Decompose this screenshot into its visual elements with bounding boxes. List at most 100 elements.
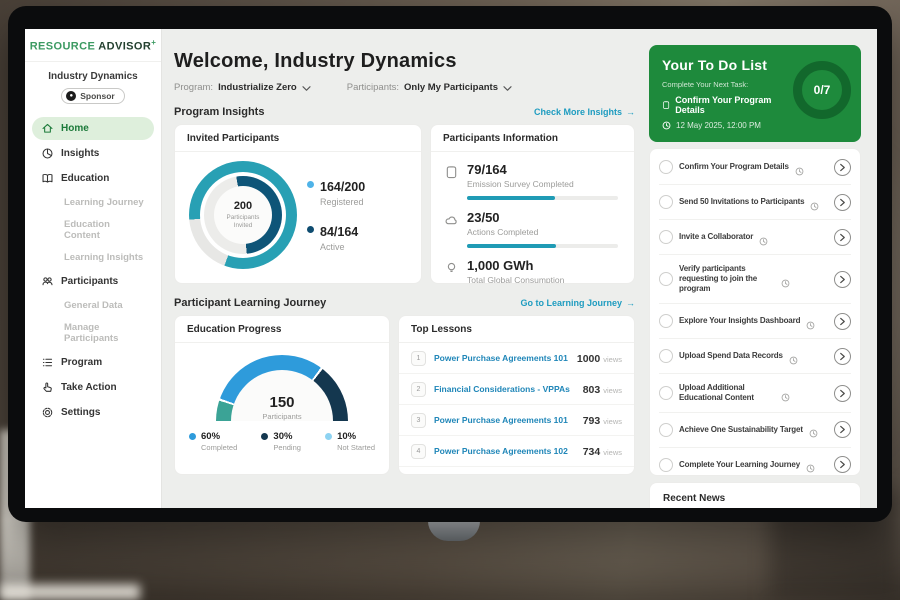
task-row[interactable]: Complete Your Learning Journey: [659, 448, 851, 483]
card-title: Education Progress: [175, 316, 389, 343]
task-open-button[interactable]: [834, 385, 851, 402]
task-row[interactable]: Confirm Your Program Details: [659, 150, 851, 185]
legend-value: 60%: [201, 431, 237, 442]
lesson-link[interactable]: Financial Considerations - VPPAs: [434, 384, 575, 394]
go-to-learning-journey-link[interactable]: Go to Learning Journey →: [520, 298, 635, 308]
chevron-down-icon: [503, 84, 512, 91]
todo-due: 12 May 2025, 12:00 PM: [662, 121, 848, 130]
task-checkbox[interactable]: [659, 272, 673, 286]
task-row[interactable]: Achieve One Sustainability Target: [659, 413, 851, 448]
task-open-button[interactable]: [834, 456, 851, 473]
task-checkbox[interactable]: [659, 230, 673, 244]
invited-participants-card: Invited Participants 200 Participants In…: [174, 124, 422, 284]
task-open-button[interactable]: [834, 271, 851, 288]
card-title: Top Lessons: [399, 316, 634, 343]
sidebar-item-take-action[interactable]: Take Action: [32, 376, 154, 399]
lesson-views: 803views: [583, 380, 622, 398]
lesson-rank: 2: [411, 382, 426, 397]
task-row[interactable]: Upload Additional Educational Content: [659, 374, 851, 413]
next-task-label: Confirm Your Program Details: [675, 95, 792, 115]
clock-icon: [789, 352, 798, 361]
task-open-button[interactable]: [834, 313, 851, 330]
task-row[interactable]: Explore Your Insights Dashboard: [659, 304, 851, 339]
task-label: Invite a Collaborator: [679, 232, 753, 242]
learning-journey-header: Participant Learning Journey Go to Learn…: [174, 297, 635, 309]
task-label: Verify participants requesting to join t…: [679, 264, 775, 295]
program-filter[interactable]: Program: Industrialize Zero: [174, 82, 311, 93]
task-checkbox[interactable]: [659, 386, 673, 400]
task-label: Send 50 Invitations to Participants: [679, 197, 804, 207]
sidebar-item-education[interactable]: Education: [32, 167, 154, 190]
todo-list-card: Confirm Your Program Details Send 50 Inv…: [649, 148, 861, 476]
task-open-button[interactable]: [834, 159, 851, 176]
sidebar-item-home[interactable]: Home: [32, 117, 154, 140]
sidebar-item-manage-participants[interactable]: Manage Participants: [32, 317, 154, 349]
action-hand-icon: [41, 381, 54, 394]
legend-value: 164/200: [320, 180, 365, 194]
sidebar-item-general-data[interactable]: General Data: [32, 295, 154, 316]
task-row[interactable]: Verify participants requesting to join t…: [659, 255, 851, 304]
lesson-rank: 1: [411, 351, 426, 366]
link-label: Go to Learning Journey: [520, 298, 622, 308]
invited-donut-chart: 200 Participants Invited: [189, 161, 297, 269]
task-checkbox[interactable]: [659, 458, 673, 472]
task-label: Explore Your Insights Dashboard: [679, 316, 800, 326]
sidebar: RESOURCE ADVISOR+ Industry Dynamics ● Sp…: [25, 29, 162, 508]
task-row[interactable]: Upload Spend Data Records: [659, 339, 851, 374]
sidebar-item-insights[interactable]: Insights: [32, 142, 154, 165]
lesson-views: 1000views: [577, 349, 622, 367]
section-title: Program Insights: [174, 106, 264, 118]
sponsor-badge[interactable]: ● Sponsor: [61, 88, 124, 104]
views-suffix: views: [603, 448, 622, 457]
task-open-button[interactable]: [834, 348, 851, 365]
task-row[interactable]: Invite a Collaborator: [659, 220, 851, 255]
lesson-rank: 3: [411, 413, 426, 428]
survey-icon: [445, 165, 458, 179]
check-more-insights-link[interactable]: Check More Insights →: [534, 107, 635, 117]
clock-icon: [809, 425, 818, 434]
arrow-right-icon: →: [626, 107, 635, 117]
metric-label: Emission Survey Completed: [467, 179, 574, 189]
clock-icon: [781, 389, 790, 398]
sidebar-nav: Home Insights Education Learning Journey…: [25, 113, 161, 428]
sidebar-item-label: Program: [61, 357, 102, 368]
sidebar-item-program[interactable]: Program: [32, 351, 154, 374]
task-checkbox[interactable]: [659, 314, 673, 328]
lesson-rank: 4: [411, 444, 426, 459]
donut-center-label: Participants Invited: [223, 214, 263, 230]
task-open-button[interactable]: [834, 421, 851, 438]
book-icon: [41, 172, 54, 185]
task-open-button[interactable]: [834, 194, 851, 211]
task-checkbox[interactable]: [659, 423, 673, 437]
sidebar-item-label: Home: [61, 123, 89, 134]
sidebar-item-education-content[interactable]: Education Content: [32, 214, 154, 246]
lesson-link[interactable]: Power Purchase Agreements 102: [434, 446, 575, 456]
page-title: Welcome, Industry Dynamics: [174, 50, 635, 73]
task-label: Upload Additional Educational Content: [679, 383, 775, 404]
lesson-link[interactable]: Power Purchase Agreements 101: [434, 353, 569, 363]
task-open-button[interactable]: [834, 229, 851, 246]
legend-item-active: 84/164 Active: [307, 223, 365, 252]
sidebar-item-learning-journey[interactable]: Learning Journey: [32, 192, 154, 213]
sidebar-item-settings[interactable]: Settings: [32, 401, 154, 424]
task-row[interactable]: Send 50 Invitations to Participants: [659, 185, 851, 220]
task-checkbox[interactable]: [659, 195, 673, 209]
views-count: 734: [583, 446, 601, 458]
views-count: 1000: [577, 353, 600, 365]
sidebar-item-participants[interactable]: Participants: [32, 270, 154, 293]
task-checkbox[interactable]: [659, 349, 673, 363]
lesson-rank: 5: [411, 475, 426, 476]
sidebar-item-learning-insights[interactable]: Learning Insights: [32, 247, 154, 268]
card-title: Invited Participants: [175, 125, 421, 152]
lesson-link[interactable]: Power Purchase Agreements 101: [434, 415, 575, 425]
participants-filter[interactable]: Participants: Only My Participants: [347, 82, 512, 93]
task-checkbox[interactable]: [659, 160, 673, 174]
legend-item-registered: 164/200 Registered: [307, 178, 365, 207]
lesson-views: 793views: [583, 411, 622, 429]
legend-label: Active: [320, 242, 358, 252]
metric-value: 23/50: [467, 210, 538, 225]
link-label: Check More Insights: [534, 107, 622, 117]
donut-legend: 164/200 Registered 84/164 Active: [307, 178, 365, 252]
program-filter-value: Industrialize Zero: [218, 82, 297, 93]
clock-icon: [806, 460, 815, 469]
